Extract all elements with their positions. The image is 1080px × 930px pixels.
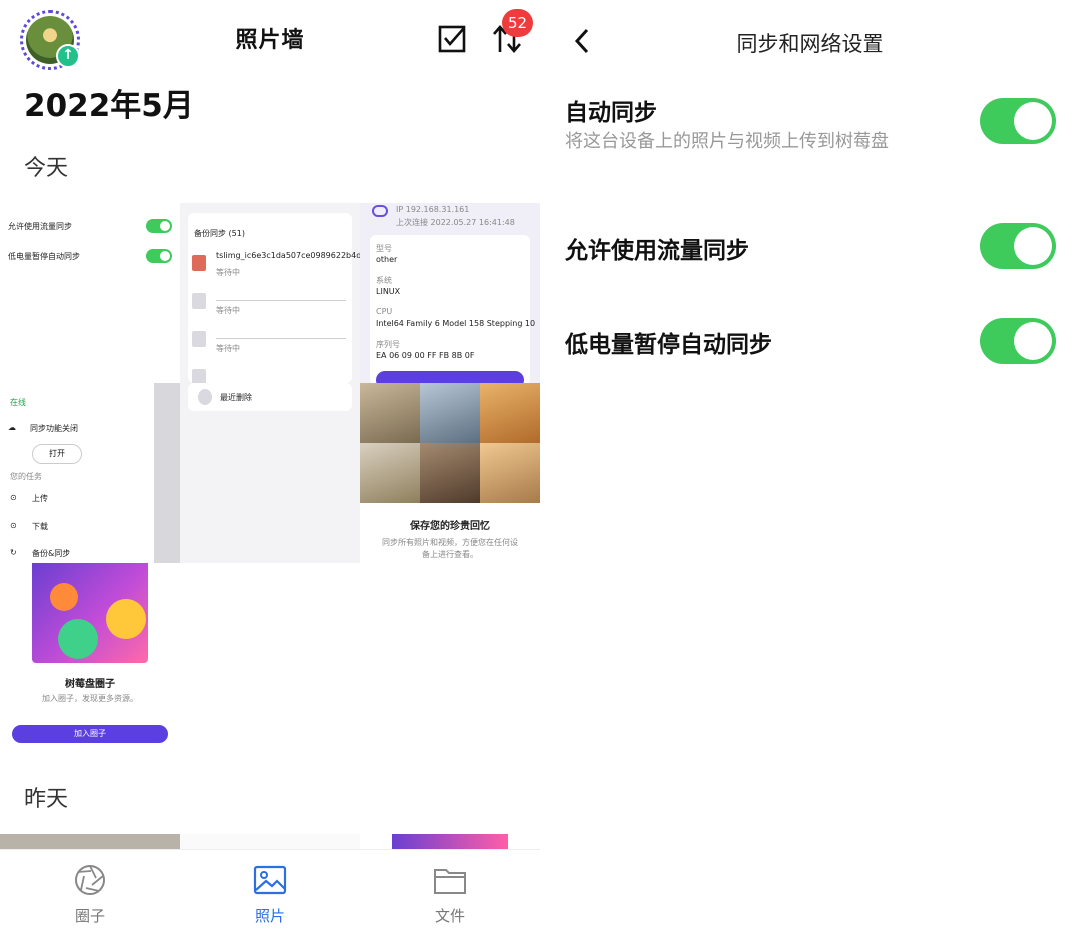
thumb-text: 加入圈子，发现更多资源。 bbox=[42, 694, 138, 703]
photo-cell bbox=[360, 383, 420, 443]
file-icon bbox=[192, 293, 206, 309]
thumb-text: CPU bbox=[376, 307, 393, 316]
thumb-overlay bbox=[154, 383, 180, 563]
thumb-line bbox=[216, 300, 346, 301]
thumb-text: 备份&同步 bbox=[32, 549, 71, 558]
thumb-card bbox=[188, 383, 352, 411]
bottom-navigation: 圈子 照片 文件 bbox=[0, 849, 540, 930]
thumb-text: 同步所有照片和视频，方便您在任何设 bbox=[382, 538, 518, 547]
cellular-sync-toggle[interactable] bbox=[980, 223, 1056, 269]
photo-thumbnail[interactable]: 树莓盘圈子 加入圈子，发现更多资源。 加入圈子 bbox=[0, 563, 180, 743]
month-title: 2022年5月 bbox=[24, 88, 194, 124]
photo-cell bbox=[480, 383, 540, 443]
thumb-text: 树莓盘圈子 bbox=[65, 679, 115, 690]
setting-desc-auto-sync: 将这台设备上的照片与视频上传到树莓盘 bbox=[565, 131, 889, 152]
thumb-text: LINUX bbox=[376, 287, 401, 296]
file-icon bbox=[192, 255, 206, 271]
sync-settings-screen: 同步和网络设置 自动同步 将这台设备上的照片与视频上传到树莓盘 允许使用流量同步… bbox=[540, 0, 1080, 930]
file-icon bbox=[192, 331, 206, 347]
thumb-text: 最近删除 bbox=[220, 393, 252, 402]
thumb-text: 您的任务 bbox=[10, 472, 42, 481]
image-icon bbox=[253, 865, 287, 895]
thumb-text: 上次连接 2022.05.27 16:41:48 bbox=[396, 218, 515, 227]
photo-cell bbox=[420, 443, 480, 503]
setting-label-low-battery-pause: 低电量暂停自动同步 bbox=[565, 332, 772, 358]
logo-icon bbox=[372, 205, 388, 217]
thumb-line bbox=[216, 338, 346, 339]
thumb-text: 型号 bbox=[376, 244, 392, 253]
select-checkbox-icon[interactable] bbox=[435, 22, 469, 56]
thumb-text: 低电量暂停自动同步 bbox=[8, 252, 80, 261]
nav-label: 文件 bbox=[434, 907, 465, 925]
photo-cell bbox=[480, 443, 540, 503]
photo-thumbnail[interactable]: 在线 ☁ 同步功能关闭 打开 您的任务 ⊙ 上传 ⊙ 下载 ↻ 备份&同步 bbox=[0, 383, 180, 563]
transfer-count-badge: 52 bbox=[502, 9, 534, 37]
section-yesterday: 昨天 bbox=[24, 787, 69, 812]
upload-icon: ⊙ bbox=[10, 493, 17, 502]
photo-thumbnail[interactable]: 允许使用流量同步 低电量暂停自动同步 bbox=[0, 203, 180, 383]
thumb-button bbox=[376, 371, 524, 383]
nav-item-circle[interactable]: 圈子 bbox=[0, 850, 180, 930]
thumb-text: 等待中 bbox=[216, 268, 240, 277]
thumb-text: 等待中 bbox=[216, 344, 240, 353]
low-battery-pause-toggle[interactable] bbox=[980, 318, 1056, 364]
thumb-button: 加入圈子 bbox=[12, 725, 168, 743]
thumb-text: 保存您的珍贵回忆 bbox=[410, 521, 490, 532]
thumb-text: 上传 bbox=[32, 494, 48, 503]
photo-wall-screen: ↑ 照片墙 52 2022年5月 今天 允许使用流量同步 低电量暂停自动同步 备… bbox=[0, 0, 540, 930]
thumb-text: IP 192.168.31.161 bbox=[396, 205, 470, 214]
thumb-text: tslimg_ic6e3c1da507ce0989622b4d... bbox=[216, 251, 360, 260]
thumb-toggle bbox=[146, 219, 172, 233]
thumb-toggle bbox=[146, 249, 172, 263]
photo-thumbnail[interactable]: 备份同步 (51) tslimg_ic6e3c1da507ce0989622b4… bbox=[180, 203, 360, 383]
thumb-text: other bbox=[376, 255, 398, 264]
thumb-illustration bbox=[32, 563, 148, 663]
folder-icon bbox=[434, 869, 466, 894]
photo-thumbnail[interactable]: 最近删除 bbox=[180, 383, 360, 563]
photo-cell bbox=[360, 443, 420, 503]
photo-thumbnail[interactable]: 保存您的珍贵回忆 同步所有照片和视频，方便您在任何设 备上进行查看。 bbox=[360, 383, 540, 563]
photo-thumbnail[interactable]: IP 192.168.31.161 上次连接 2022.05.27 16:41:… bbox=[360, 203, 540, 383]
thumb-text: 备上进行查看。 bbox=[422, 550, 478, 559]
thumb-text: 在线 bbox=[10, 398, 26, 407]
nav-item-files[interactable]: 文件 bbox=[360, 850, 540, 930]
thumb-text: 序列号 bbox=[376, 340, 400, 349]
sync-icon: ↻ bbox=[10, 548, 17, 557]
nav-item-photos[interactable]: 照片 bbox=[180, 850, 360, 930]
trash-icon bbox=[198, 389, 212, 405]
nav-label: 圈子 bbox=[74, 907, 105, 925]
thumb-text: 备份同步 (51) bbox=[194, 229, 245, 238]
file-icon bbox=[192, 369, 206, 383]
photo-cell bbox=[420, 383, 480, 443]
thumb-text: Intel64 Family 6 Model 158 Stepping 10 bbox=[376, 319, 536, 328]
page-title: 同步和网络设置 bbox=[736, 32, 884, 56]
thumb-text: 系统 bbox=[376, 276, 392, 285]
cloud-icon: ☁ bbox=[8, 423, 16, 432]
setting-label-cellular-sync: 允许使用流量同步 bbox=[565, 238, 749, 264]
thumb-text: 允许使用流量同步 bbox=[8, 222, 72, 231]
thumb-text: 等待中 bbox=[216, 306, 240, 315]
thumb-text: EA 06 09 00 FF FB 8B 0F bbox=[376, 351, 475, 360]
section-today: 今天 bbox=[24, 156, 69, 181]
thumb-text: 同步功能关闭 bbox=[30, 424, 78, 433]
setting-label-auto-sync: 自动同步 bbox=[565, 100, 657, 126]
thumb-text: 打开 bbox=[32, 444, 82, 464]
download-icon: ⊙ bbox=[10, 521, 17, 530]
nav-label: 照片 bbox=[254, 907, 285, 925]
auto-sync-toggle[interactable] bbox=[980, 98, 1056, 144]
thumb-text: 下载 bbox=[32, 522, 48, 531]
aperture-icon bbox=[75, 865, 105, 895]
